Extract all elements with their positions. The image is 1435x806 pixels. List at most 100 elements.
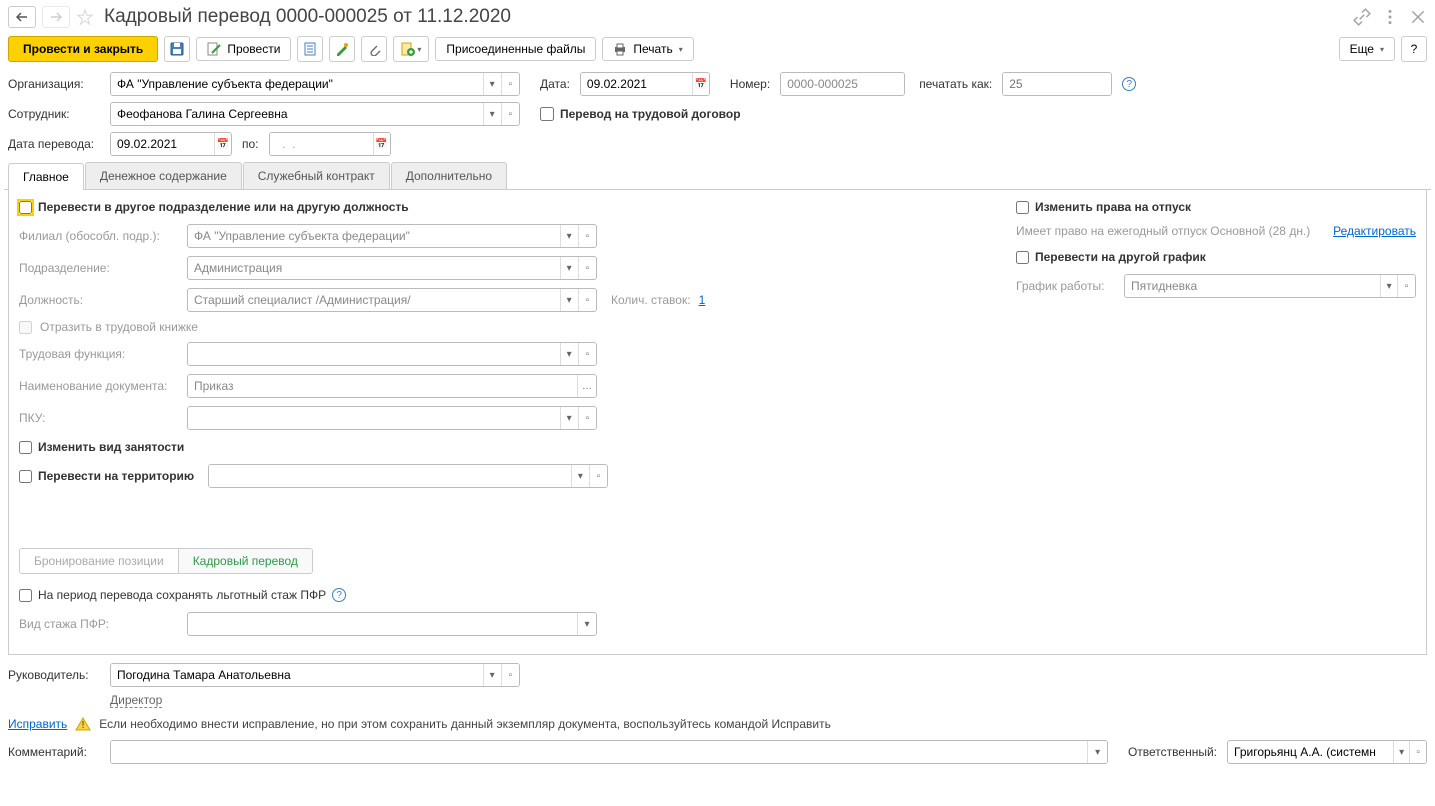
save-button[interactable] xyxy=(164,36,190,62)
doc-name-select-button[interactable]: … xyxy=(577,375,596,397)
pfr-type-label: Вид стажа ПФР: xyxy=(19,617,179,631)
paperclip-icon xyxy=(367,42,381,56)
doc-name-label: Наименование документа: xyxy=(19,379,179,393)
transfer-other-checkbox[interactable] xyxy=(19,201,32,214)
post-close-button[interactable]: Провести и закрыть xyxy=(8,36,158,62)
pfr-checkbox[interactable] xyxy=(19,589,32,602)
responsible-open-button[interactable]: ▫ xyxy=(1409,741,1426,763)
attach-button[interactable] xyxy=(361,36,387,62)
manager-dropdown-button[interactable]: ▾ xyxy=(483,664,501,686)
transfer-territory-checkbox[interactable] xyxy=(19,470,32,483)
employee-input[interactable] xyxy=(111,103,483,125)
org-input[interactable] xyxy=(111,73,483,95)
employee-label: Сотрудник: xyxy=(8,107,100,121)
change-employment-label: Изменить вид занятости xyxy=(38,440,184,454)
dept-input[interactable] xyxy=(188,257,560,279)
help-icon[interactable]: ? xyxy=(1122,77,1136,91)
org-open-button[interactable]: ▫ xyxy=(501,73,519,95)
branch-dropdown-button[interactable]: ▾ xyxy=(560,225,578,247)
pfr-type-dropdown-button[interactable]: ▾ xyxy=(577,613,596,635)
number-input[interactable] xyxy=(781,73,904,95)
schedule-open-button[interactable]: ▫ xyxy=(1397,275,1415,297)
comment-input[interactable] xyxy=(111,741,1087,763)
create-based-button[interactable]: ▾ xyxy=(393,36,429,62)
nav-back-button[interactable] xyxy=(8,6,36,28)
tab-contract[interactable]: Служебный контракт xyxy=(243,162,390,189)
territory-open-button[interactable]: ▫ xyxy=(589,465,607,487)
labor-func-input[interactable] xyxy=(188,343,560,365)
manager-input[interactable] xyxy=(111,664,483,686)
pku-input[interactable] xyxy=(188,407,560,429)
to-date-input[interactable] xyxy=(270,133,373,155)
save-icon xyxy=(170,42,184,56)
schedule-input[interactable] xyxy=(1125,275,1380,297)
responsible-input[interactable] xyxy=(1228,741,1393,763)
doc-plus-icon xyxy=(401,42,415,56)
doc-name-input[interactable] xyxy=(188,375,577,397)
report-button[interactable] xyxy=(297,36,323,62)
rates-label: Колич. ставок: xyxy=(611,293,691,307)
position-dropdown-button[interactable]: ▾ xyxy=(560,289,578,311)
svg-text:!: ! xyxy=(82,720,85,731)
more-button[interactable]: Еще ▾ xyxy=(1339,37,1395,61)
employee-open-button[interactable]: ▫ xyxy=(501,103,519,125)
responsible-dropdown-button[interactable]: ▾ xyxy=(1393,741,1410,763)
to-date-calendar-button[interactable]: 📅 xyxy=(373,133,390,155)
position-input[interactable] xyxy=(188,289,560,311)
pfr-type-input[interactable] xyxy=(188,613,577,635)
pku-dropdown-button[interactable]: ▾ xyxy=(560,407,578,429)
comment-dropdown-button[interactable]: ▾ xyxy=(1087,741,1107,763)
tab-money[interactable]: Денежное содержание xyxy=(85,162,242,189)
transfer-date-calendar-button[interactable]: 📅 xyxy=(214,133,231,155)
print-as-input[interactable] xyxy=(1003,73,1111,95)
labor-func-open-button[interactable]: ▫ xyxy=(578,343,596,365)
branch-input[interactable] xyxy=(188,225,560,247)
schedule-dropdown-button[interactable]: ▾ xyxy=(1380,275,1398,297)
labor-func-dropdown-button[interactable]: ▾ xyxy=(560,343,578,365)
change-employment-checkbox[interactable] xyxy=(19,441,32,454)
tab-extra[interactable]: Дополнительно xyxy=(391,162,507,189)
menu-dots-icon[interactable] xyxy=(1381,8,1399,26)
rates-link[interactable]: 1 xyxy=(699,293,706,307)
territory-input[interactable] xyxy=(209,465,571,487)
pku-open-button[interactable]: ▫ xyxy=(578,407,596,429)
tab-main[interactable]: Главное xyxy=(8,163,84,190)
help-button[interactable]: ? xyxy=(1401,36,1427,62)
manager-label: Руководитель: xyxy=(8,668,100,682)
document-icon xyxy=(303,42,317,56)
labor-contract-checkbox[interactable] xyxy=(540,107,554,121)
employee-dropdown-button[interactable]: ▾ xyxy=(483,103,501,125)
position-open-button[interactable]: ▫ xyxy=(578,289,596,311)
post-icon xyxy=(207,42,221,56)
edit-vacation-link[interactable]: Редактировать xyxy=(1333,224,1416,238)
date-calendar-button[interactable]: 📅 xyxy=(692,73,709,95)
dept-dropdown-button[interactable]: ▾ xyxy=(560,257,578,279)
branch-open-button[interactable]: ▫ xyxy=(578,225,596,247)
close-icon[interactable] xyxy=(1409,8,1427,26)
org-dropdown-button[interactable]: ▾ xyxy=(483,73,501,95)
nav-forward-button[interactable] xyxy=(42,6,70,28)
vacation-checkbox[interactable] xyxy=(1016,201,1029,214)
date-input[interactable] xyxy=(581,73,692,95)
star-icon[interactable] xyxy=(76,8,94,26)
manager-open-button[interactable]: ▫ xyxy=(501,664,519,686)
transfer-date-input[interactable] xyxy=(111,133,214,155)
pfr-help-icon[interactable]: ? xyxy=(332,588,346,602)
correct-link[interactable]: Исправить xyxy=(8,717,67,731)
booking-tab[interactable]: Бронирование позиции xyxy=(20,549,179,573)
transfer-tab[interactable]: Кадровый перевод xyxy=(179,549,312,573)
print-button[interactable]: Печать ▾ xyxy=(602,37,693,61)
dept-open-button[interactable]: ▫ xyxy=(578,257,596,279)
manager-post-link[interactable]: Директор xyxy=(110,693,162,708)
post-button[interactable]: Провести xyxy=(196,37,291,61)
structure-button[interactable] xyxy=(329,36,355,62)
attached-files-button[interactable]: Присоединенные файлы xyxy=(435,37,596,61)
link-icon[interactable] xyxy=(1353,8,1371,26)
page-title: Кадровый перевод 0000-000025 от 11.12.20… xyxy=(104,6,1347,28)
reflect-labor-checkbox xyxy=(19,321,32,334)
responsible-label: Ответственный: xyxy=(1128,745,1217,759)
comment-label: Комментарий: xyxy=(8,745,100,759)
schedule-checkbox[interactable] xyxy=(1016,251,1029,264)
territory-dropdown-button[interactable]: ▾ xyxy=(571,465,589,487)
pku-label: ПКУ: xyxy=(19,411,179,425)
